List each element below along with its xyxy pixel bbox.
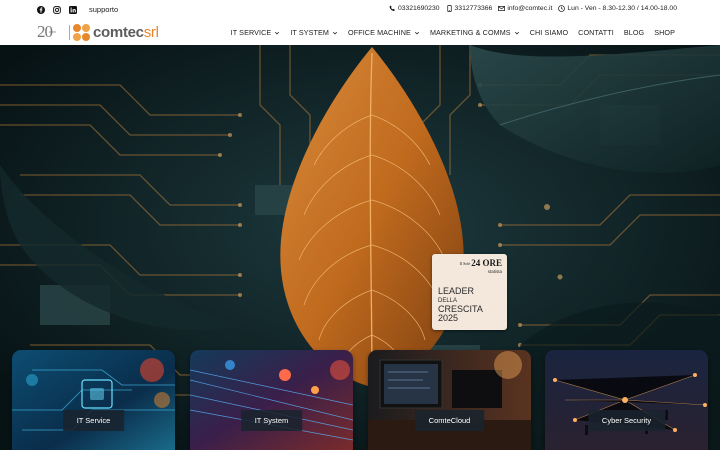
top-bar: supporto 03321690230 3312773366 info@com… xyxy=(0,0,720,20)
nav-item-chi-siamo[interactable]: CHI SIAMO xyxy=(530,28,568,37)
phone-number: 03321690230 xyxy=(397,5,440,12)
opening-hours: Lun - Ven - 8.30-12.30 / 14.00-18.00 xyxy=(558,5,677,12)
it-service-image xyxy=(12,350,175,450)
nav-item-office-machine[interactable]: OFFICE MACHINE xyxy=(348,28,420,37)
mobile-contact[interactable]: 3312773366 xyxy=(446,5,493,12)
nav-label: SHOP xyxy=(654,28,675,37)
facebook-icon[interactable] xyxy=(37,5,45,14)
nav-item-it-system[interactable]: IT SYSTEM xyxy=(290,28,338,37)
card-cyber-security[interactable]: Cyber Security xyxy=(545,350,708,450)
logo[interactable]: 20 anni comtecsrl xyxy=(37,22,159,42)
it-system-image xyxy=(190,350,353,450)
main-header: 20 anni comtecsrl IT SERVICE IT SYSTEM O… xyxy=(0,20,720,45)
card-label: Cyber Security xyxy=(587,410,666,431)
badge-text: LEADER DELLA CRESCITA 2025 xyxy=(438,286,483,324)
phone-icon xyxy=(389,5,396,12)
brand-suffix: srl xyxy=(143,24,159,41)
nav-label: IT SYSTEM xyxy=(290,28,330,37)
badge-line3: CRESCITA xyxy=(438,303,483,314)
hero-banner: Il Sole24 ORE statista LEADER DELLA CRES… xyxy=(0,45,720,450)
mail-icon xyxy=(498,5,506,12)
email-address: info@comtec.it xyxy=(507,5,553,12)
card-label: ComteCloud xyxy=(414,410,485,431)
chevron-down-icon xyxy=(514,30,520,36)
social-links: supporto xyxy=(37,5,118,14)
card-comtecloud[interactable]: ComteCloud xyxy=(368,350,531,450)
email-contact[interactable]: info@comtec.it xyxy=(498,5,552,12)
contact-info: 03321690230 3312773366 info@comtec.it Lu… xyxy=(389,5,677,12)
brand-wordmark: comtecsrl xyxy=(93,24,159,41)
nav-label: IT SERVICE xyxy=(230,28,272,37)
card-label: IT Service xyxy=(62,410,125,431)
nav-item-contatti[interactable]: CONTATTI xyxy=(578,28,614,37)
instagram-icon[interactable] xyxy=(53,5,61,14)
nav-item-marketing-comms[interactable]: MARKETING & COMMS xyxy=(430,28,520,37)
chevron-down-icon xyxy=(274,30,280,36)
nav-label: CHI SIAMO xyxy=(529,28,569,37)
anniversary-sub: anni xyxy=(49,30,56,34)
badge-line1: LEADER xyxy=(438,286,475,296)
card-it-service[interactable]: IT Service xyxy=(12,350,175,450)
service-cards: IT Service IT System ComteCloud Cyber Se… xyxy=(0,350,720,450)
mobile-number: 3312773366 xyxy=(454,5,493,12)
brand-name: comtec xyxy=(93,24,144,41)
logo-divider xyxy=(69,25,70,40)
chevron-down-icon xyxy=(332,30,338,36)
card-label: IT System xyxy=(240,410,303,431)
nav-label: CONTATTI xyxy=(578,28,614,37)
nav-label: BLOG xyxy=(623,28,645,37)
hours-text: Lun - Ven - 8.30-12.30 / 14.00-18.00 xyxy=(567,5,677,12)
main-nav: IT SERVICE IT SYSTEM OFFICE MACHINE MARK… xyxy=(231,28,675,37)
nav-label: MARKETING & COMMS xyxy=(429,28,511,37)
linkedin-icon[interactable] xyxy=(69,5,77,14)
badge-newspaper: Il Sole24 ORE xyxy=(459,258,502,268)
nav-item-it-service[interactable]: IT SERVICE xyxy=(231,28,281,37)
phone-contact[interactable]: 03321690230 xyxy=(389,5,440,12)
clock-icon xyxy=(558,5,566,12)
hero-ghost-heading xyxy=(66,296,71,314)
logo-dots-icon xyxy=(73,24,90,41)
nav-item-shop[interactable]: SHOP xyxy=(654,28,675,37)
badge-partner: statista xyxy=(487,269,502,274)
cyber-security-image xyxy=(545,350,708,450)
badge-year: 2025 xyxy=(438,313,459,323)
anniversary-mark: 20 anni xyxy=(37,22,67,42)
chevron-down-icon xyxy=(414,30,420,36)
nav-label: OFFICE MACHINE xyxy=(348,28,411,37)
mobile-icon xyxy=(446,5,453,12)
badge-header: Il Sole24 ORE statista xyxy=(459,258,502,275)
growth-leader-badge: Il Sole24 ORE statista LEADER DELLA CRES… xyxy=(432,254,507,330)
comtecloud-image xyxy=(368,350,531,450)
card-it-system[interactable]: IT System xyxy=(190,350,353,450)
support-link[interactable]: supporto xyxy=(89,5,118,14)
nav-item-blog[interactable]: BLOG xyxy=(624,28,644,37)
